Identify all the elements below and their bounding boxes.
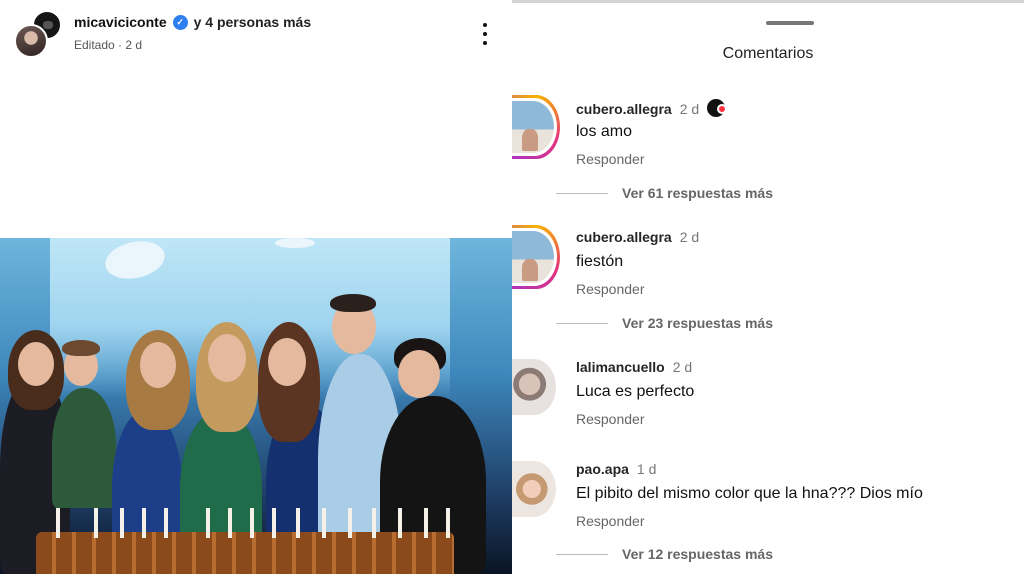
comment-time: 1 d (636, 461, 657, 477)
candle (372, 508, 376, 538)
candle (322, 508, 326, 538)
comment-text: fiestón (576, 253, 624, 270)
post-panel: micaviciconte ✓ y 4 personas más Editado… (0, 0, 512, 574)
candle (348, 508, 352, 538)
candle (142, 508, 146, 538)
view-more-replies-button[interactable]: Ver 23 respuestas más (512, 315, 1024, 331)
view-more-replies-button[interactable]: Ver 12 respuestas más (512, 546, 1024, 562)
view-more-replies-button[interactable]: Ver 61 respuestas más (512, 185, 1024, 201)
photo-face (208, 334, 246, 382)
collaborators-link[interactable]: y 4 personas más (194, 14, 312, 30)
comments-title: Comentarios (722, 45, 814, 62)
author-avatars[interactable] (14, 10, 64, 60)
author-line: micaviciconte ✓ y 4 personas más (74, 14, 311, 30)
comment-text: Luca es perfecto (576, 383, 695, 400)
candle (446, 508, 450, 538)
more-options-icon[interactable] (476, 20, 494, 48)
replies-divider (556, 553, 608, 555)
replies-divider (556, 322, 608, 324)
comment-text: los amo (576, 123, 633, 140)
commenter-avatar[interactable] (512, 225, 560, 289)
reply-button[interactable]: Responder (576, 411, 645, 427)
candle (120, 508, 124, 538)
replies-divider (556, 192, 608, 194)
view-more-replies-label: Ver 61 respuestas más (622, 185, 773, 201)
comment-text: El pibito del mismo color que la hna??? … (576, 485, 923, 502)
commenter-avatar[interactable] (512, 95, 560, 159)
candle (296, 508, 300, 538)
comment-header: pao.apa 1 d (576, 461, 656, 477)
photo-face (268, 338, 306, 386)
candle (228, 508, 232, 538)
candle (272, 508, 276, 538)
birthday-cake (36, 532, 454, 574)
photo-face (398, 350, 440, 398)
comment-username[interactable]: cubero.allegra (576, 229, 672, 245)
author-avatar[interactable] (14, 24, 48, 58)
author-liked-icon (707, 99, 728, 119)
reply-button[interactable]: Responder (576, 151, 645, 167)
photo-person (52, 388, 116, 508)
candle (56, 508, 60, 538)
photo-decoration (275, 238, 315, 248)
comment-header: cubero.allegra 2 d (576, 229, 699, 245)
commenter-avatar[interactable] (512, 461, 556, 517)
comments-sheet: Comentarios cubero.allegra 2 d los amo R… (512, 0, 1024, 574)
view-more-replies-label: Ver 12 respuestas más (622, 546, 773, 562)
photo-face (18, 342, 54, 386)
comment-time: 2 d (672, 359, 693, 375)
candle (164, 508, 168, 538)
verified-badge-icon: ✓ (172, 14, 188, 30)
comment-username[interactable]: pao.apa (576, 461, 629, 477)
post-header: micaviciconte ✓ y 4 personas más Editado… (0, 0, 512, 70)
comment-username[interactable]: cubero.allegra (576, 101, 672, 117)
photo-face (140, 342, 176, 388)
comment-header: lalimancuello 2 d (576, 359, 692, 375)
candle (250, 508, 254, 538)
comment-time: 2 d (679, 101, 700, 117)
photo-hair (330, 294, 376, 312)
reply-button[interactable]: Responder (576, 281, 645, 297)
drag-handle[interactable] (766, 21, 814, 25)
post-edited-time: Editado · 2 d (74, 38, 143, 52)
candle (398, 508, 402, 538)
comment-username[interactable]: lalimancuello (576, 359, 665, 375)
view-more-replies-label: Ver 23 respuestas más (622, 315, 773, 331)
reply-button[interactable]: Responder (576, 513, 645, 529)
author-name[interactable]: micaviciconte (74, 14, 167, 30)
comment-header: cubero.allegra 2 d (576, 99, 728, 119)
candle (94, 508, 98, 538)
photo-hair (62, 340, 100, 356)
candle (424, 508, 428, 538)
candle (206, 508, 210, 538)
comment-time: 2 d (679, 229, 700, 245)
commenter-avatar[interactable] (512, 359, 556, 415)
